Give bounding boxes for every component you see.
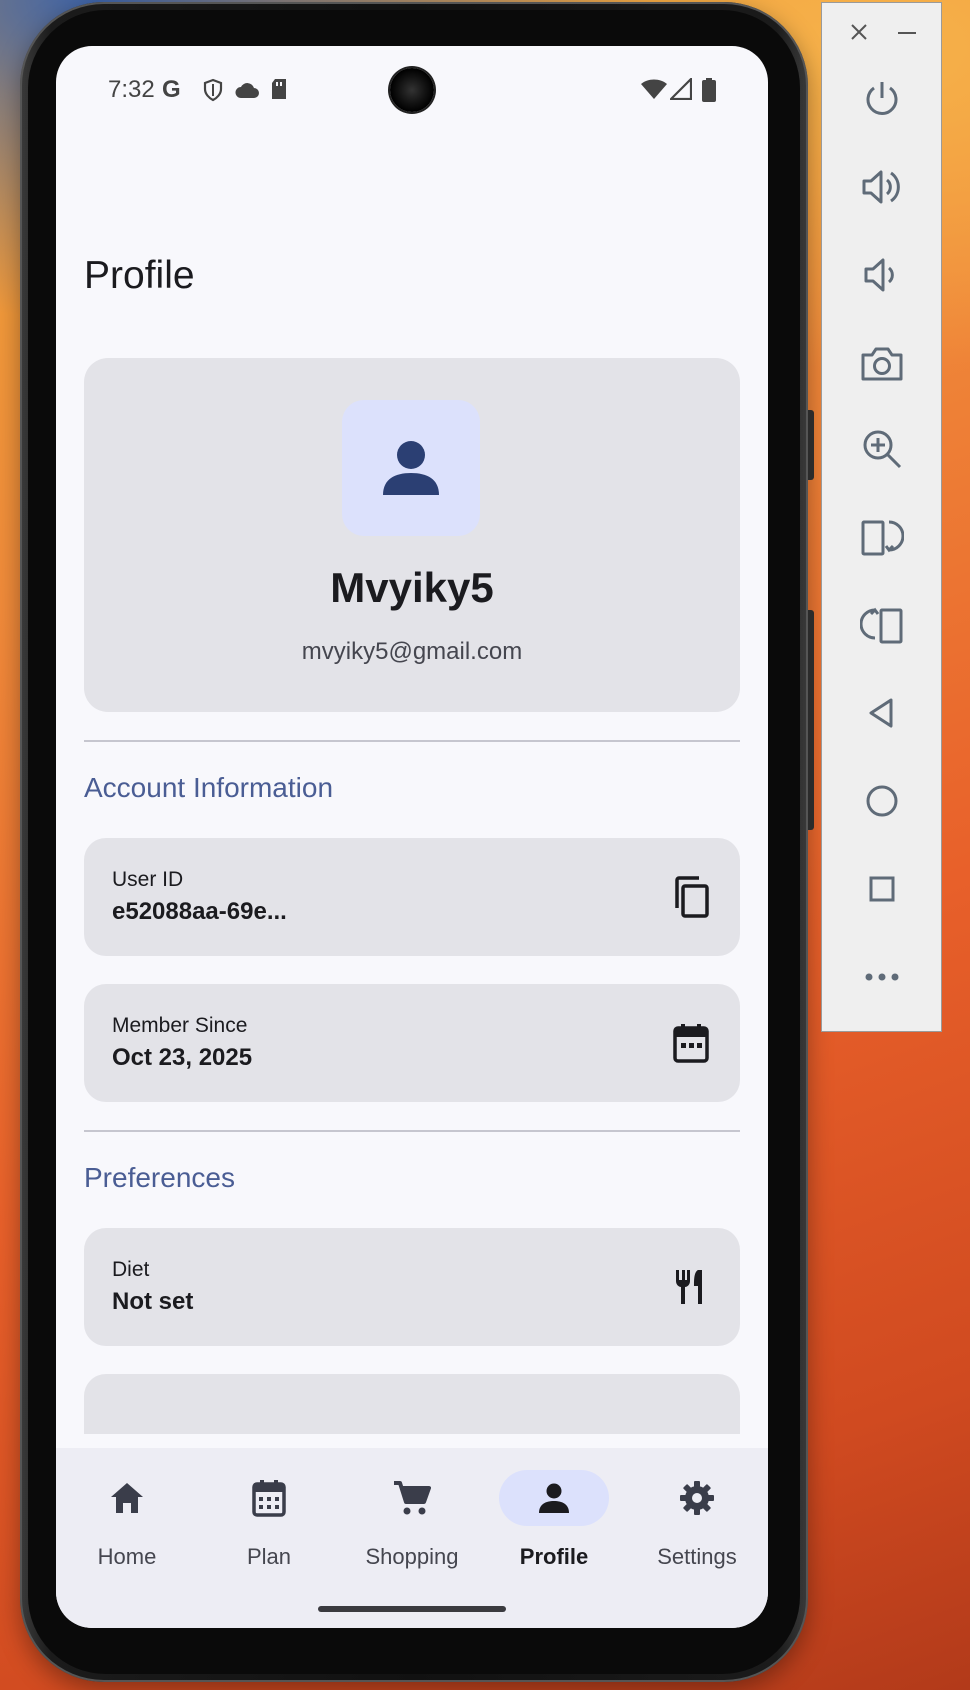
nav-label: Home (97, 1544, 157, 1569)
section-title-preferences: Preferences (84, 1162, 235, 1193)
member-since-card: Member Since Oct 23, 2025 (84, 984, 740, 1102)
preference-card-partial[interactable] (84, 1374, 740, 1434)
nav-profile[interactable]: Profile (483, 1448, 625, 1588)
home-button[interactable] (822, 771, 941, 831)
cart-icon (394, 1481, 431, 1515)
sd-card-icon (272, 79, 286, 99)
nav-pill (357, 1470, 467, 1526)
overview-button[interactable] (822, 859, 941, 919)
power-icon (866, 82, 897, 115)
camera-icon (861, 347, 902, 381)
back-button[interactable] (822, 683, 941, 743)
nav-pill (642, 1470, 752, 1526)
person-icon (383, 441, 439, 495)
page-title: Profile (84, 254, 195, 297)
divider (84, 1130, 740, 1132)
diet-card[interactable]: Diet Not set (84, 1228, 740, 1346)
user-name: Mvyiky5 (330, 564, 494, 611)
nav-shopping[interactable]: Shopping (341, 1448, 483, 1588)
info-label: Diet (112, 1258, 150, 1281)
close-icon[interactable] (850, 23, 868, 41)
person-icon (539, 1483, 569, 1513)
status-bar: 7:32 G (56, 46, 768, 136)
more-icon (865, 973, 898, 981)
screenshot-button[interactable] (822, 333, 941, 393)
info-value: Not set (112, 1288, 194, 1315)
shield-icon (203, 78, 223, 102)
google-icon: G (162, 76, 181, 103)
user-email: mvyiky5@gmail.com (301, 638, 523, 665)
volume-up-icon (862, 170, 900, 204)
nav-label: Profile (519, 1544, 589, 1569)
nav-home[interactable]: Home (56, 1448, 198, 1588)
gesture-home-indicator[interactable] (318, 1606, 506, 1612)
power-button[interactable] (822, 69, 941, 129)
rotate-left-icon (861, 520, 904, 556)
home-icon (866, 785, 897, 817)
back-icon (869, 698, 892, 728)
volume-up-button[interactable] (822, 157, 941, 217)
section-title-account: Account Information (84, 772, 334, 803)
copy-icon[interactable] (670, 876, 712, 918)
front-camera (390, 68, 434, 112)
rotate-right-icon (859, 607, 902, 644)
avatar (342, 400, 480, 536)
calendar-icon (252, 1480, 286, 1517)
battery-icon (702, 78, 716, 102)
volume-down-button[interactable] (822, 245, 941, 305)
nav-label: Settings (657, 1544, 737, 1569)
device-screen: 7:32 G Profile Mvyiky5 mvyiky5@gmail.com… (56, 46, 768, 1628)
minimize-icon[interactable] (898, 31, 916, 35)
zoom-button[interactable] (822, 419, 941, 479)
bottom-navigation: Home Plan Shopping Profile Settings (56, 1448, 768, 1628)
volume-down-icon (864, 258, 894, 292)
rotate-right-button[interactable] (822, 595, 941, 655)
nav-label: Plan (246, 1544, 292, 1569)
info-label: User ID (112, 868, 184, 891)
nav-pill (72, 1470, 182, 1526)
info-value: e52088aa-69e... (112, 898, 287, 925)
info-label: Member Since (112, 1014, 248, 1037)
zoom-icon (863, 430, 901, 469)
status-time: 7:32 (108, 76, 155, 103)
nav-pill-active (499, 1470, 609, 1526)
rotate-left-button[interactable] (822, 507, 941, 567)
cloud-icon (235, 83, 259, 98)
side-button-power (808, 410, 814, 480)
nav-label: Shopping (365, 1544, 459, 1569)
signal-icon (670, 78, 692, 100)
overview-icon (869, 876, 894, 902)
wifi-icon (641, 79, 667, 99)
restaurant-icon (670, 1266, 712, 1308)
nav-pill (214, 1470, 324, 1526)
nav-settings[interactable]: Settings (626, 1448, 768, 1588)
nav-plan[interactable]: Plan (198, 1448, 340, 1588)
gear-icon (680, 1481, 714, 1515)
home-icon (111, 1483, 143, 1513)
divider (84, 740, 740, 742)
profile-card: Mvyiky5 mvyiky5@gmail.com (84, 358, 740, 712)
emulator-toolbar (821, 2, 942, 1032)
user-id-card[interactable]: User ID e52088aa-69e... (84, 838, 740, 956)
more-button[interactable] (822, 947, 941, 1007)
side-button-volume (808, 610, 814, 830)
info-value: Oct 23, 2025 (112, 1044, 253, 1071)
calendar-icon (670, 1022, 712, 1064)
